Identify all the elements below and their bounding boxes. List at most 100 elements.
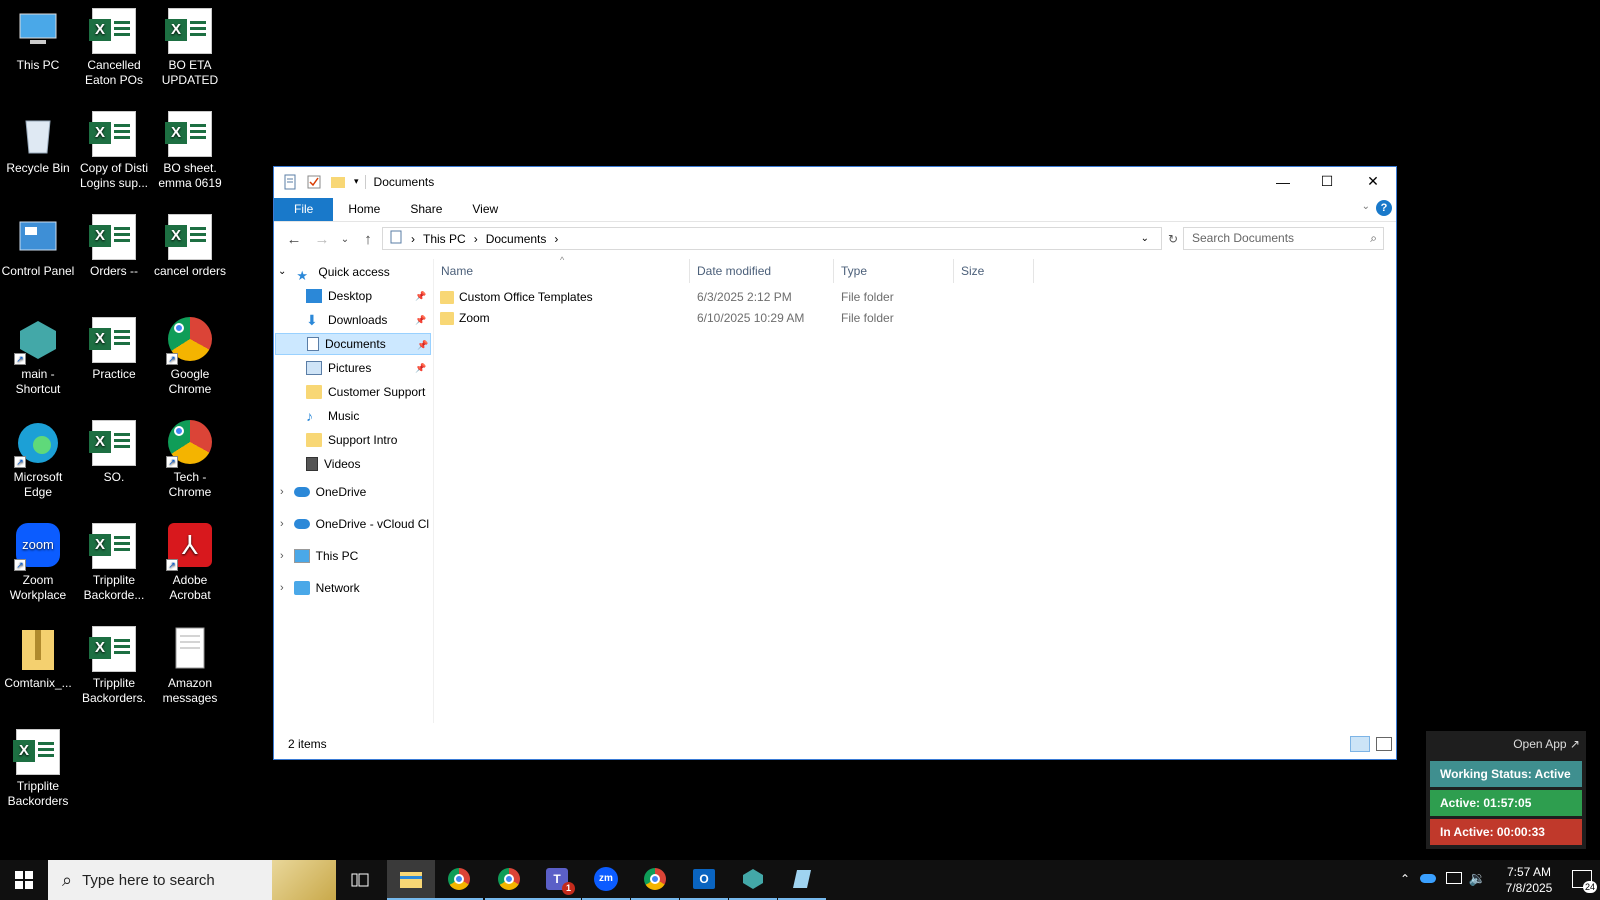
- nav-item-support-intro[interactable]: Support Intro: [274, 429, 430, 451]
- new-folder-icon[interactable]: [330, 174, 346, 190]
- close-button[interactable]: ✕: [1350, 167, 1396, 196]
- tab-home[interactable]: Home: [333, 198, 395, 221]
- desktop-icon-amazon-messages[interactable]: Amazon messages: [152, 618, 228, 706]
- desktop-icon-control-panel[interactable]: Control Panel: [0, 206, 76, 279]
- desktop-icon-tripplite-backorders[interactable]: Tripplite Backorders.: [76, 618, 152, 706]
- shortcut-arrow-icon: ↗: [166, 456, 178, 468]
- desktop-icon-tripplite-backorders[interactable]: Tripplite Backorders: [0, 721, 76, 809]
- desktop-icon-practice[interactable]: Practice: [76, 309, 152, 382]
- address-bar[interactable]: › This PC › Documents › ⌄: [382, 227, 1162, 250]
- start-button[interactable]: [0, 860, 48, 900]
- up-arrow-icon[interactable]: ↑: [354, 231, 382, 248]
- desktop-icon-orders[interactable]: Orders --: [76, 206, 152, 279]
- taskbar-chrome[interactable]: [435, 860, 483, 900]
- nav-label: OneDrive - vCloud Cl: [315, 517, 430, 531]
- nav-item-onedrive-vcloud-cl[interactable]: › OneDrive - vCloud Cl: [280, 513, 429, 535]
- desktop-icon-tech-chrome[interactable]: ↗ Tech - Chrome: [152, 412, 228, 500]
- taskbar-search-box[interactable]: ⌕ Type here to search: [48, 860, 336, 900]
- table-row[interactable]: Zoom 6/10/2025 10:29 AM File folder: [434, 308, 1034, 329]
- breadcrumb-separator: ›: [411, 231, 415, 246]
- shortcut-arrow-icon: ↗: [14, 456, 26, 468]
- volume-icon[interactable]: 🔉: [1469, 870, 1486, 887]
- tab-share[interactable]: Share: [395, 198, 457, 221]
- taskbar-file-explorer[interactable]: [387, 860, 435, 900]
- open-app-link[interactable]: Open App ↗: [1513, 737, 1580, 751]
- desktop-icon-cancel-orders[interactable]: cancel orders: [152, 206, 228, 279]
- desktop-icon-microsoft-edge[interactable]: ↗ Microsoft Edge: [0, 412, 76, 500]
- desktop-icon-main-shortcut[interactable]: ↗ main - Shortcut: [0, 309, 76, 397]
- nav-item-pictures[interactable]: Pictures 📌: [274, 357, 430, 379]
- desktop-icon-comtanix[interactable]: Comtanix_...: [0, 618, 76, 691]
- column-date-modified[interactable]: Date modified: [690, 259, 834, 283]
- column-type[interactable]: Type: [834, 259, 954, 283]
- nav-item-customer-support[interactable]: Customer Support: [274, 381, 430, 403]
- taskbar-chrome-2[interactable]: [631, 860, 679, 900]
- nav-item-this-pc[interactable]: › This PC: [280, 545, 358, 567]
- address-dropdown-icon[interactable]: ⌄: [1141, 233, 1149, 244]
- desktop-icon-tripplite-backorde[interactable]: Tripplite Backorde...: [76, 515, 152, 603]
- clock-date: 7/8/2025: [1505, 881, 1553, 895]
- network-icon[interactable]: [1446, 872, 1462, 884]
- recent-locations-icon[interactable]: ⌄: [336, 234, 354, 245]
- desktop-icon-copy-of-disti-logins-sup[interactable]: Copy of Disti Logins sup...: [76, 103, 152, 191]
- taskbar-teams[interactable]: T 1: [533, 860, 581, 900]
- details-view-icon[interactable]: [1350, 736, 1370, 752]
- nav-item-music[interactable]: ♪ Music: [274, 405, 430, 427]
- desktop-icon-google-chrome[interactable]: ↗ Google Chrome: [152, 309, 228, 397]
- nav-item-desktop[interactable]: Desktop 📌: [274, 285, 430, 307]
- refresh-icon[interactable]: ↻: [1168, 232, 1178, 246]
- show-hidden-icons-icon[interactable]: ⌃: [1400, 872, 1410, 886]
- desktop-icon-zoom-workplace[interactable]: zoom ↗ Zoom Workplace: [0, 515, 76, 603]
- taskbar-zoom[interactable]: zm: [582, 860, 630, 900]
- minimize-button[interactable]: —: [1260, 167, 1306, 196]
- desktop-icon-adobe-acrobat[interactable]: ⅄ ↗ Adobe Acrobat: [152, 515, 228, 603]
- nav-item-network[interactable]: › Network: [280, 577, 360, 599]
- chevron-down-icon[interactable]: ⌄: [278, 261, 286, 283]
- notification-center-icon[interactable]: 24: [1572, 870, 1597, 893]
- chevron-right-icon[interactable]: ›: [280, 513, 284, 535]
- excel-file-icon: [165, 8, 212, 54]
- taskbar-outlook[interactable]: O: [680, 860, 728, 900]
- desktop-icon-this-pc[interactable]: This PC: [0, 0, 76, 73]
- acrobat-icon: ⅄ ↗: [166, 523, 212, 571]
- checkmark-icon[interactable]: [306, 174, 322, 190]
- chevron-right-icon[interactable]: ›: [280, 481, 284, 503]
- music-icon: ♪: [306, 408, 313, 424]
- desktop-icon-recycle-bin[interactable]: Recycle Bin: [0, 103, 76, 176]
- onedrive-icon[interactable]: [1420, 874, 1436, 883]
- clock[interactable]: 7:57 AM 7/8/2025: [1494, 864, 1564, 896]
- breadcrumb-documents[interactable]: Documents: [486, 232, 547, 246]
- address-row: ← → ⌄ ↑ › This PC › Documents › ⌄ ↻ Sear…: [274, 222, 1396, 256]
- large-icons-view-icon[interactable]: [1376, 737, 1392, 751]
- task-view-button[interactable]: [336, 860, 384, 900]
- maximize-button[interactable]: ☐: [1304, 167, 1350, 196]
- chevron-down-icon[interactable]: ▾: [354, 176, 359, 187]
- column-size[interactable]: Size: [954, 259, 1034, 283]
- taskbar-search-placeholder: Type here to search: [82, 871, 215, 889]
- desktop-icon-so[interactable]: SO.: [76, 412, 152, 485]
- help-icon[interactable]: ?: [1376, 200, 1392, 216]
- nav-item-onedrive[interactable]: › OneDrive: [280, 481, 366, 503]
- desktop-icon-bo-sheet-emma-0619[interactable]: BO sheet. emma 0619: [152, 103, 228, 191]
- expand-ribbon-icon[interactable]: ⌄: [1362, 201, 1370, 212]
- taskbar-main-app[interactable]: [729, 860, 777, 900]
- chevron-right-icon[interactable]: ›: [280, 545, 284, 567]
- desktop-icon-cancelled-eaton-pos[interactable]: Cancelled Eaton POs: [76, 0, 152, 88]
- search-input[interactable]: Search Documents ⌕: [1183, 227, 1384, 250]
- back-arrow-icon[interactable]: ←: [280, 231, 308, 248]
- properties-icon[interactable]: [282, 174, 298, 190]
- nav-quick-access[interactable]: ⌄ ★ Quick access: [278, 261, 390, 283]
- desktop-icon-bo-eta-updated[interactable]: BO ETA UPDATED: [152, 0, 228, 88]
- tab-file[interactable]: File: [274, 198, 334, 221]
- table-row[interactable]: Custom Office Templates 6/3/2025 2:12 PM F…: [434, 287, 1034, 308]
- breadcrumb-this-pc[interactable]: This PC: [423, 232, 466, 246]
- nav-item-documents[interactable]: Documents 📌: [275, 333, 431, 355]
- chevron-right-icon[interactable]: ›: [280, 577, 284, 599]
- taskbar-notes[interactable]: [778, 860, 826, 900]
- forward-arrow-icon[interactable]: →: [308, 231, 336, 248]
- tab-view[interactable]: View: [457, 198, 513, 221]
- nav-item-videos[interactable]: Videos: [274, 453, 430, 475]
- desktop-icon-label: This PC: [16, 58, 60, 72]
- nav-item-downloads[interactable]: ⬇ Downloads 📌: [274, 309, 430, 331]
- taskbar-chrome-profile[interactable]: [485, 860, 533, 900]
